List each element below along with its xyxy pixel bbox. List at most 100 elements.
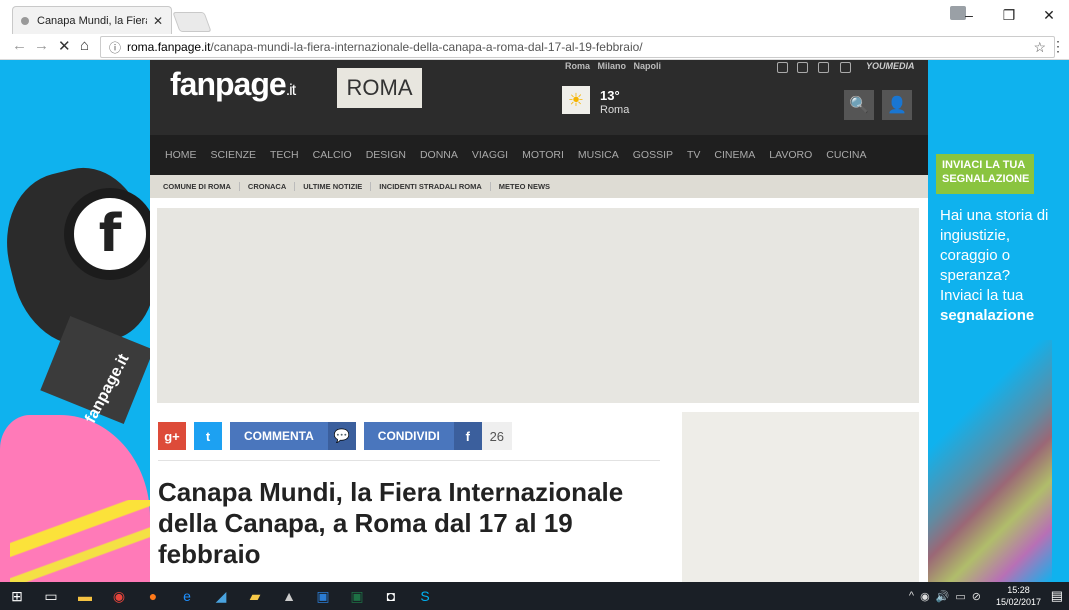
- nav-item-cucina[interactable]: CUCINA: [826, 149, 866, 161]
- nav-item-tv[interactable]: TV: [687, 149, 700, 161]
- browser-titlebar: Canapa Mundi, la Fiera I ✕ – ❐ ✕: [0, 0, 1069, 34]
- comment-icon: 💬: [327, 422, 356, 450]
- notification-icon[interactable]: ▤: [1051, 588, 1063, 604]
- page-edge: [1052, 60, 1069, 582]
- subnav-item-meteo-news[interactable]: METEO NEWS: [491, 182, 558, 191]
- display-icon[interactable]: ▭: [955, 590, 965, 603]
- banner-text: Hai una storia di ingiustizie, coraggio …: [940, 206, 1050, 326]
- nav-item-scienze[interactable]: SCIENZE: [211, 149, 257, 161]
- clock[interactable]: 15:28 15/02/2017: [996, 584, 1041, 608]
- network-icon[interactable]: ⊘: [972, 590, 981, 603]
- condividi-button[interactable]: CONDIVIDI f: [363, 422, 482, 450]
- browser-toolbar: ← → ✕ ⌂ ⓘ roma.fanpage.it /canapa-mundi-…: [0, 34, 1069, 60]
- tab-close-icon[interactable]: ✕: [153, 14, 163, 28]
- windows-taskbar: ⊞ ▭ ▬ ◉ ● e ◢ ▰ ▲ ▣ ▣ ◘ S ^ ◉ 🔊 ▭ ⊘ 15:2…: [0, 582, 1069, 610]
- nav-item-design[interactable]: DESIGN: [366, 149, 406, 161]
- start-button[interactable]: ⊞: [0, 582, 34, 610]
- browser-menu-icon[interactable]: ⋮: [1051, 38, 1065, 55]
- subnav-item-comune-di-roma[interactable]: COMUNE DI ROMA: [155, 182, 240, 191]
- clock-time: 15:28: [1007, 585, 1030, 595]
- forward-button[interactable]: →: [34, 37, 49, 54]
- video-icon[interactable]: [797, 62, 808, 73]
- nav-item-donna[interactable]: DONNA: [420, 149, 458, 161]
- mobile-icon[interactable]: [818, 62, 829, 73]
- user-icon[interactable]: 👤: [882, 90, 912, 120]
- chrome-icon[interactable]: ◉: [102, 582, 136, 610]
- nav-item-motori[interactable]: MOTORI: [522, 149, 564, 161]
- twitter-button[interactable]: t: [194, 422, 222, 450]
- subnav-item-ultime-notizie[interactable]: ULTIME NOTIZIE: [295, 182, 372, 191]
- subnav-item-incidenti[interactable]: INCIDENTI STRADALI ROMA: [371, 182, 491, 191]
- segnalazione-button[interactable]: INVIACI LA TUA SEGNALAZIONE: [936, 154, 1034, 194]
- clock-date: 15/02/2017: [995, 597, 1041, 607]
- firefox-icon[interactable]: ●: [136, 582, 170, 610]
- nav-item-cinema[interactable]: CINEMA: [714, 149, 755, 161]
- commenta-button[interactable]: COMMENTA 💬: [230, 422, 356, 450]
- skype-icon[interactable]: S: [408, 582, 442, 610]
- logo-text: fanpage: [170, 66, 287, 102]
- site-header: fanpage.it ROMA Roma Milano Napoli ☀ 13°…: [150, 60, 928, 135]
- condividi-label: CONDIVIDI: [377, 429, 440, 443]
- browser-tab[interactable]: Canapa Mundi, la Fiera I ✕: [12, 6, 172, 34]
- facebook-logo-icon: f: [64, 188, 156, 280]
- banner-text-bold[interactable]: segnalazione: [940, 307, 1034, 324]
- volume-icon[interactable]: 🔊: [936, 590, 950, 603]
- file-explorer-icon[interactable]: ▬: [68, 582, 102, 610]
- nav-item-tech[interactable]: TECH: [270, 149, 299, 161]
- sub-nav: COMUNE DI ROMA CRONACA ULTIME NOTIZIE IN…: [150, 175, 928, 198]
- chart-icon[interactable]: [777, 62, 788, 73]
- city-badge[interactable]: ROMA: [337, 68, 422, 108]
- sidebar-ad[interactable]: [682, 412, 919, 582]
- chat-icon[interactable]: [840, 62, 851, 73]
- new-tab-button[interactable]: [172, 12, 212, 32]
- side-banner[interactable]: INVIACI LA TUA SEGNALAZIONE Hai una stor…: [928, 60, 1052, 582]
- weather-city: Roma: [600, 104, 630, 116]
- info-icon[interactable]: ⓘ: [109, 39, 121, 56]
- weather-temperature: 13°: [600, 88, 620, 103]
- app-icon-2[interactable]: ▰: [238, 582, 272, 610]
- city-link-roma[interactable]: Roma: [565, 61, 590, 71]
- maximize-button[interactable]: ❐: [989, 0, 1029, 30]
- city-link-napoli[interactable]: Napoli: [634, 61, 662, 71]
- word-icon[interactable]: ▣: [306, 582, 340, 610]
- task-view-icon[interactable]: ▭: [34, 582, 68, 610]
- city-link-milano[interactable]: Milano: [598, 61, 627, 71]
- nav-item-gossip[interactable]: GOSSIP: [633, 149, 673, 161]
- nav-item-lavoro[interactable]: LAVORO: [769, 149, 812, 161]
- skin-art-yellow: [10, 500, 150, 582]
- google-plus-button[interactable]: g+: [158, 422, 186, 450]
- page-viewport: f fanpage.it INVIACI LA TUA SEGNALAZIONE…: [0, 60, 1069, 582]
- app-icon-1[interactable]: ◢: [204, 582, 238, 610]
- app-icon-3[interactable]: ▲: [272, 582, 306, 610]
- youmedia-link[interactable]: YOUMEDIA: [866, 61, 915, 71]
- share-bar: g+ t COMMENTA 💬 CONDIVIDI f 26: [158, 420, 512, 452]
- minimize-button[interactable]: –: [949, 0, 989, 30]
- tray-chevron-icon[interactable]: ^: [909, 590, 914, 602]
- banner-text-body: Hai una storia di ingiustizie, coraggio …: [940, 207, 1049, 304]
- nav-item-viaggi[interactable]: VIAGGI: [472, 149, 508, 161]
- city-links: Roma Milano Napoli: [565, 61, 666, 71]
- search-icon[interactable]: 🔍: [844, 90, 874, 120]
- address-bar[interactable]: ⓘ roma.fanpage.it /canapa-mundi-la-fiera…: [100, 36, 1055, 58]
- stop-button[interactable]: ✕: [58, 37, 71, 55]
- back-button[interactable]: ←: [12, 37, 27, 54]
- edge-icon[interactable]: e: [170, 582, 204, 610]
- home-button[interactable]: ⌂: [80, 37, 89, 54]
- tray-app-icon[interactable]: ◉: [920, 590, 930, 603]
- close-window-button[interactable]: ✕: [1029, 0, 1069, 30]
- tab-favicon-icon: [21, 16, 29, 25]
- nav-item-calcio[interactable]: CALCIO: [313, 149, 352, 161]
- nav-item-musica[interactable]: MUSICA: [578, 149, 619, 161]
- ad-placeholder[interactable]: [157, 208, 919, 403]
- subnav-item-cronaca[interactable]: CRONACA: [240, 182, 296, 191]
- commenta-label: COMMENTA: [244, 429, 314, 443]
- bookmark-star-icon[interactable]: ☆: [1033, 39, 1046, 56]
- sun-icon: ☀: [562, 86, 590, 114]
- main-nav: HOME SCIENZE TECH CALCIO DESIGN DONNA VI…: [150, 135, 928, 175]
- nav-item-home[interactable]: HOME: [165, 149, 197, 161]
- excel-icon[interactable]: ▣: [340, 582, 374, 610]
- url-host: roma.fanpage.it: [127, 40, 211, 54]
- store-icon[interactable]: ◘: [374, 582, 408, 610]
- article-headline: Canapa Mundi, la Fiera Internazionale de…: [158, 477, 624, 569]
- site-logo[interactable]: fanpage.it: [170, 66, 296, 103]
